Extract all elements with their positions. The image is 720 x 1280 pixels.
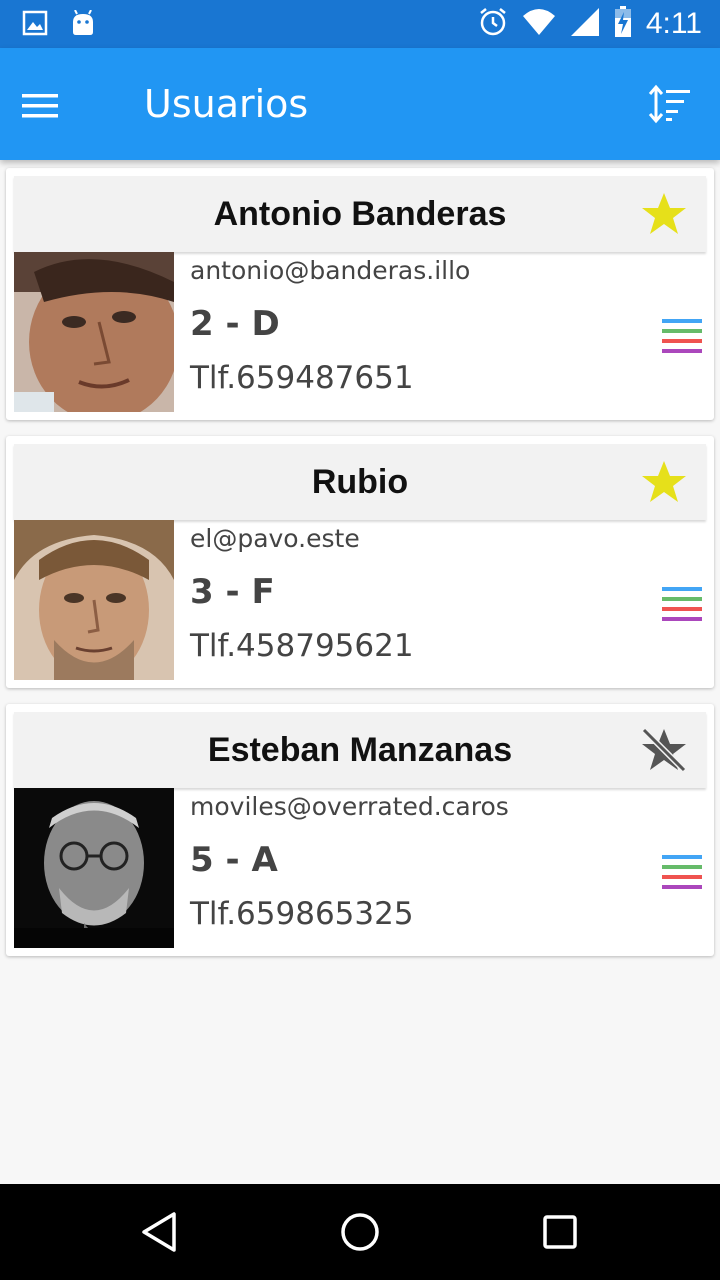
android-icon — [70, 9, 96, 43]
back-icon[interactable] — [136, 1208, 184, 1256]
alarm-icon — [478, 7, 508, 42]
star-filled-icon[interactable] — [640, 458, 688, 506]
user-name: Antonio Banderas — [213, 195, 507, 233]
user-list: Antonio Banderas antonio@banderas.illo 2… — [0, 160, 720, 972]
color-lines-icon[interactable] — [662, 318, 704, 358]
user-email: antonio@banderas.illo — [190, 256, 471, 285]
card-header: Antonio Banderas — [14, 176, 706, 252]
user-level: 2 - D — [190, 304, 280, 344]
user-phone: Tlf.458795621 — [190, 628, 414, 664]
user-card[interactable]: Rubio el@pavo.este 3 - F Tlf.458795621 — [6, 436, 714, 688]
navigation-bar — [0, 1184, 720, 1280]
user-phone: Tlf.659865325 — [190, 896, 414, 932]
hamburger-menu-icon[interactable] — [22, 84, 90, 128]
home-icon[interactable] — [336, 1208, 384, 1256]
card-header: Rubio — [14, 444, 706, 520]
star-off-icon[interactable] — [640, 726, 688, 774]
page-title: Usuarios — [144, 82, 309, 126]
user-card[interactable]: Antonio Banderas antonio@banderas.illo 2… — [6, 168, 714, 420]
signal-icon — [570, 7, 600, 42]
user-name: Rubio — [311, 463, 409, 501]
user-card[interactable]: Esteban Manzanas moviles@overrated.caros… — [6, 704, 714, 956]
avatar — [14, 520, 174, 680]
user-email: moviles@overrated.caros — [190, 792, 509, 821]
app-bar: Usuarios — [0, 48, 720, 160]
image-icon — [22, 10, 48, 43]
avatar — [14, 788, 174, 948]
wifi-icon — [522, 8, 556, 41]
battery-charging-icon — [614, 5, 632, 43]
user-email: el@pavo.este — [190, 524, 360, 553]
recents-icon[interactable] — [536, 1208, 584, 1256]
user-name: Esteban Manzanas — [207, 731, 513, 769]
color-lines-icon[interactable] — [662, 854, 704, 894]
avatar — [14, 252, 174, 412]
sort-icon[interactable] — [648, 82, 696, 130]
status-bar: 4:11 — [0, 0, 720, 48]
user-phone: Tlf.659487651 — [190, 360, 414, 396]
color-lines-icon[interactable] — [662, 586, 704, 626]
clock: 4:11 — [645, 7, 702, 40]
card-header: Esteban Manzanas — [14, 712, 706, 788]
user-level: 5 - A — [190, 840, 278, 880]
user-level: 3 - F — [190, 572, 275, 612]
star-filled-icon[interactable] — [640, 190, 688, 238]
